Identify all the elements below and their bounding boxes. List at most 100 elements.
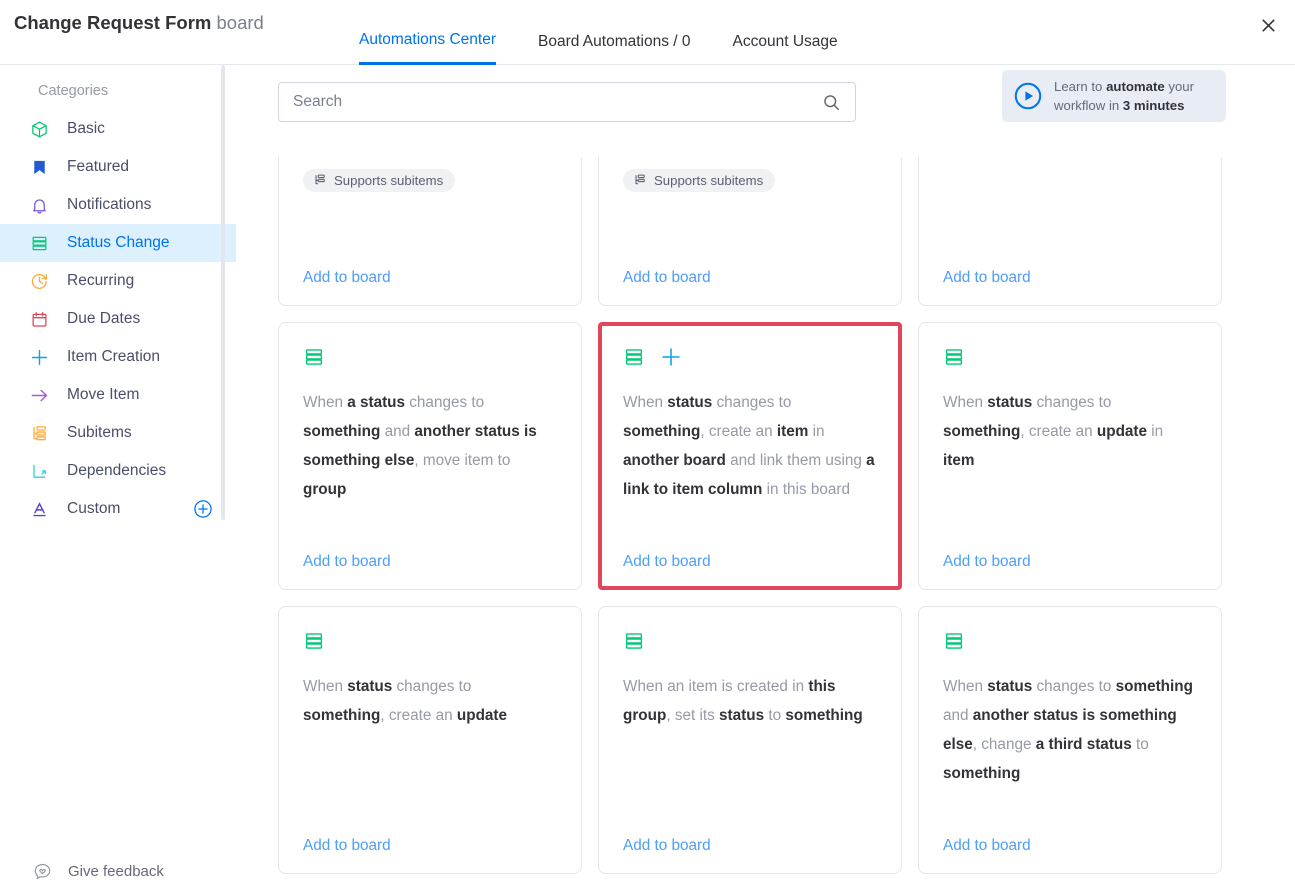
board-title-name: Change Request Form	[14, 12, 212, 33]
promo-line1-b: automate	[1106, 78, 1165, 94]
tab-account-usage[interactable]: Account Usage	[733, 0, 838, 65]
header-tabs: Automations Center Board Automations / 0…	[359, 0, 880, 65]
card-description: When status changes to something and ano…	[943, 672, 1197, 788]
sidebar-item-list: Basic Featured Notifications Status Chan…	[0, 110, 236, 528]
sidebar-item-label: Basic	[67, 120, 105, 137]
card-text-segment: changes to	[1032, 678, 1116, 695]
card-description: When status changes to something, create…	[303, 672, 557, 755]
badge-label: Supports subitems	[334, 172, 444, 188]
card-text-segment: update	[456, 707, 508, 724]
app-header: Change Request Form board Automations Ce…	[0, 0, 1295, 65]
play-circle-icon	[1014, 82, 1042, 110]
promo-line2-a: workflow in	[1054, 98, 1123, 113]
card-move-item-to-group[interactable]: When a status changes to something and a…	[278, 322, 582, 590]
sidebar-item-recurring[interactable]: Recurring	[0, 262, 236, 300]
sidebar-item-move-item[interactable]: Move Item	[0, 376, 236, 414]
add-to-board-link[interactable]: Add to board	[623, 553, 711, 571]
card-text-segment: changes to	[405, 394, 485, 411]
card-text-segment: something	[303, 423, 381, 440]
card-create-update-in-item[interactable]: When status changes to something, create…	[918, 322, 1222, 590]
card-change-third-status[interactable]: When status changes to something and ano…	[918, 606, 1222, 874]
tab-board-automations[interactable]: Board Automations / 0	[538, 0, 691, 65]
bookmark-icon	[28, 156, 50, 178]
status-rows-icon	[303, 346, 325, 373]
card-create-item-in-another-board[interactable]: When status changes to something, create…	[598, 322, 902, 590]
add-to-board-link[interactable]: Add to board	[303, 553, 391, 571]
promo-line2-b: 3 minutes	[1122, 98, 1185, 113]
card-stop-time-tracking[interactable]: something, stop time tracking Supports su…	[278, 157, 582, 306]
search-icon[interactable]	[821, 92, 841, 112]
add-to-board-link[interactable]: Add to board	[943, 269, 1031, 287]
calendar-icon	[28, 308, 50, 330]
add-to-board-link[interactable]: Add to board	[303, 269, 391, 287]
cards-scroll-area[interactable]: something, stop time tracking Supports su…	[236, 157, 1295, 889]
card-start-time-tracking[interactable]: something, start time tracking Supports s…	[598, 157, 902, 306]
card-create-update[interactable]: When status changes to something, create…	[278, 606, 582, 874]
card-text-segment: something	[943, 423, 1021, 440]
search-input[interactable]	[293, 93, 821, 111]
card-spacer	[943, 788, 1197, 837]
sidebar-item-notifications[interactable]: Notifications	[0, 186, 236, 224]
plus-icon	[28, 346, 50, 368]
plus-circle-icon[interactable]	[193, 499, 213, 519]
card-text-segment: something	[785, 707, 863, 724]
sidebar-item-item-creation[interactable]: Item Creation	[0, 338, 236, 376]
status-rows-icon	[623, 346, 645, 373]
sidebar-item-label: Move Item	[67, 386, 140, 403]
card-text-segment: a status	[347, 394, 406, 411]
card-spacer	[303, 192, 557, 270]
close-icon[interactable]	[1253, 10, 1283, 40]
card-description: When a status changes to something and a…	[303, 388, 557, 504]
card-text-segment: group	[303, 481, 347, 498]
card-text-segment: , move item to	[414, 452, 511, 469]
give-feedback-label: Give feedback	[68, 863, 164, 880]
promo-banner[interactable]: Learn to automate your workflow in 3 min…	[1002, 70, 1226, 122]
sidebar-item-dependencies[interactable]: Dependencies	[0, 452, 236, 490]
card-text-segment: status	[347, 678, 393, 695]
card-text-segment: something	[1115, 678, 1193, 695]
card-spacer	[623, 504, 877, 553]
subitems-icon	[28, 422, 50, 444]
add-to-board-link[interactable]: Add to board	[943, 553, 1031, 571]
sidebar-item-label: Recurring	[67, 272, 135, 289]
status-rows-icon	[943, 346, 965, 373]
add-to-board-link[interactable]: Add to board	[943, 837, 1031, 855]
add-to-board-link[interactable]: Add to board	[303, 837, 391, 855]
sidebar-item-status-change[interactable]: Status Change	[0, 224, 236, 262]
search-box[interactable]	[278, 82, 856, 122]
card-item-created-set-status[interactable]: When an item is created in this group, s…	[598, 606, 902, 874]
card-text-segment: something	[303, 707, 381, 724]
sidebar-item-subitems[interactable]: Subitems	[0, 414, 236, 452]
clock-recurring-icon	[28, 270, 50, 292]
card-text-segment: , create an	[1020, 423, 1097, 440]
give-feedback-button[interactable]: Give feedback	[33, 862, 164, 881]
add-to-board-link[interactable]: Add to board	[623, 269, 711, 287]
card-text-segment: something	[623, 423, 701, 440]
sidebar-item-due-dates[interactable]: Due Dates	[0, 300, 236, 338]
card-spacer	[943, 178, 1197, 269]
sidebar-item-featured[interactable]: Featured	[0, 148, 236, 186]
card-text-segment: a third status	[1035, 736, 1132, 753]
sidebar-item-label: Featured	[67, 158, 130, 175]
tab-automations-center[interactable]: Automations Center	[359, 0, 496, 65]
sidebar-item-basic[interactable]: Basic	[0, 110, 236, 148]
card-spacer	[943, 475, 1197, 553]
card-text-segment: in this board	[762, 481, 850, 498]
card-text-segment: When an item is created in	[623, 678, 809, 695]
card-text-segment: something	[943, 765, 1021, 782]
supports-subitems-badge: Supports subitems	[623, 168, 776, 192]
card-text-segment: status	[667, 394, 713, 411]
sidebar-item-label: Item Creation	[67, 348, 161, 365]
add-to-board-link[interactable]: Add to board	[623, 837, 711, 855]
sidebar-scrollbar[interactable]	[221, 65, 225, 520]
card-text-segment: in	[808, 423, 825, 440]
card-text-segment: When	[943, 678, 988, 695]
card-spacer	[623, 192, 877, 270]
card-set-hour-to-current-hour[interactable]: something, set hour to current hour Add t…	[918, 157, 1222, 306]
card-spacer	[303, 755, 557, 838]
card-description: When status changes to something, create…	[943, 388, 1197, 475]
card-text-segment: another board	[623, 452, 726, 469]
promo-line1-c: your	[1164, 78, 1195, 94]
card-text-segment: update	[1096, 423, 1148, 440]
sidebar-item-custom[interactable]: Custom	[0, 490, 236, 528]
